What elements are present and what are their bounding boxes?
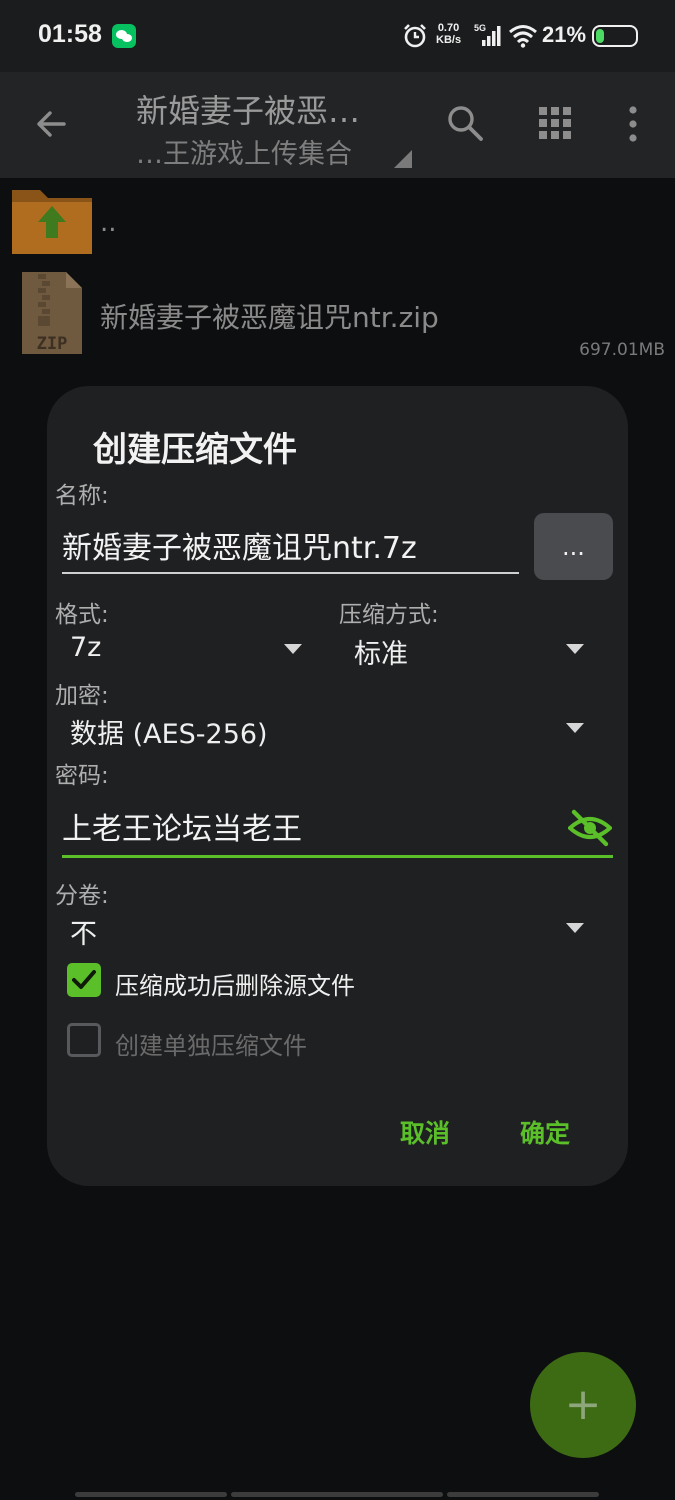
net-speed-unit: KB/s bbox=[436, 34, 462, 46]
compression-method-dropdown-icon[interactable] bbox=[566, 644, 584, 654]
delete-source-label[interactable]: 压缩成功后删除源文件 bbox=[115, 966, 355, 1001]
zip-file-icon[interactable]: ZIP bbox=[20, 270, 84, 356]
archive-name-input[interactable] bbox=[62, 524, 519, 574]
separate-archive-label[interactable]: 创建单独压缩文件 bbox=[115, 1026, 307, 1061]
ok-button[interactable]: 确定 bbox=[520, 1114, 570, 1150]
network-type: 5G bbox=[474, 23, 486, 33]
split-volume-label: 分卷: bbox=[55, 883, 109, 909]
separate-archive-checkbox[interactable] bbox=[67, 1023, 101, 1057]
wechat-notification-icon bbox=[112, 24, 136, 48]
add-fab-button[interactable]: + bbox=[530, 1352, 636, 1458]
more-options-icon[interactable] bbox=[622, 104, 644, 144]
toolbar-subtitle[interactable]: …王游戏上传集合 bbox=[136, 132, 386, 171]
create-archive-dialog bbox=[47, 386, 628, 1186]
browse-button[interactable]: ... bbox=[534, 513, 613, 580]
checkmark-icon bbox=[72, 970, 96, 989]
net-speed: 0.70 KB/s bbox=[436, 22, 461, 46]
plus-icon: + bbox=[564, 1379, 602, 1430]
format-label: 格式: bbox=[55, 602, 109, 628]
encryption-label: 加密: bbox=[55, 683, 109, 709]
parent-folder-label[interactable]: .. bbox=[100, 208, 117, 238]
cellular-signal-icon: 5G bbox=[474, 23, 501, 46]
path-dropdown-icon[interactable] bbox=[392, 148, 412, 168]
net-speed-value: 0.70 bbox=[437, 22, 460, 34]
dialog-title: 创建压缩文件 bbox=[93, 430, 297, 470]
nav-indicator-segment bbox=[75, 1492, 227, 1497]
parent-folder-icon[interactable] bbox=[10, 186, 94, 256]
delete-source-checkbox[interactable] bbox=[67, 963, 101, 997]
nav-indicator-segment bbox=[447, 1492, 599, 1497]
wifi-icon bbox=[509, 25, 537, 48]
zip-file-size: 697.01MB bbox=[579, 340, 665, 360]
status-time: 01:58 bbox=[38, 20, 102, 48]
battery-level-fill bbox=[596, 29, 604, 43]
format-select[interactable]: 7z bbox=[70, 632, 101, 663]
alarm-icon bbox=[404, 24, 426, 48]
back-arrow-icon[interactable] bbox=[30, 102, 74, 146]
compression-method-select[interactable]: 标准 bbox=[354, 632, 408, 671]
encryption-dropdown-icon[interactable] bbox=[566, 723, 584, 733]
split-volume-select[interactable]: 不 bbox=[70, 912, 97, 951]
nav-indicator-segment bbox=[231, 1492, 443, 1497]
split-volume-dropdown-icon[interactable] bbox=[566, 923, 584, 933]
zip-file-name[interactable]: 新婚妻子被恶魔诅咒ntr.zip bbox=[100, 296, 439, 336]
password-input[interactable] bbox=[62, 804, 613, 858]
name-label: 名称: bbox=[55, 483, 109, 509]
encryption-select[interactable]: 数据 (AES-256) bbox=[70, 712, 268, 751]
grid-view-icon[interactable] bbox=[538, 106, 572, 140]
cancel-button[interactable]: 取消 bbox=[400, 1114, 450, 1150]
compression-method-label: 压缩方式: bbox=[339, 602, 439, 628]
status-bar: 01:58 0.70 KB/s 5G 21% bbox=[0, 0, 675, 72]
format-dropdown-icon[interactable] bbox=[284, 644, 302, 654]
battery-icon bbox=[592, 25, 638, 47]
password-label: 密码: bbox=[55, 763, 109, 789]
zip-icon-label: ZIP bbox=[37, 334, 68, 354]
visibility-off-icon[interactable] bbox=[568, 808, 612, 848]
search-icon[interactable] bbox=[446, 104, 484, 142]
toolbar-title: 新婚妻子被恶… bbox=[136, 92, 361, 130]
battery-percent: 21% bbox=[542, 22, 587, 47]
